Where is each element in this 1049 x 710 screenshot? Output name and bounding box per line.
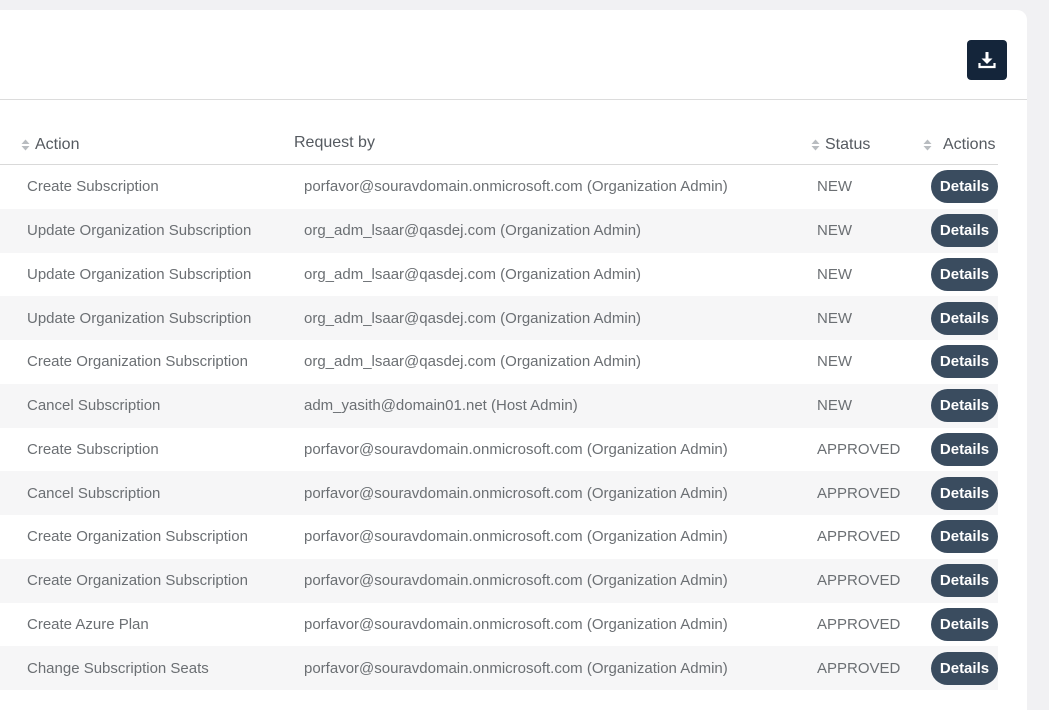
sort-icon[interactable] [923,139,932,151]
request-by-cell: porfavor@souravdomain.onmicrosoft.com (O… [304,615,728,633]
action-cell: Create Organization Subscription [27,353,248,371]
download-icon [978,52,996,69]
request-by-cell: porfavor@souravdomain.onmicrosoft.com (O… [304,440,728,458]
status-cell: NEW [817,397,852,415]
details-button[interactable]: Details [931,170,998,204]
details-button[interactable]: Details [931,214,998,248]
action-cell: Change Subscription Seats [27,659,209,677]
table-row: Create Subscription porfavor@souravdomai… [0,428,998,472]
requests-panel: Action Request by Status Actions Create … [0,10,1027,710]
request-by-cell: porfavor@souravdomain.onmicrosoft.com (O… [304,178,728,196]
column-header-label: Request by [294,134,375,151]
action-cell: Create Organization Subscription [27,528,248,546]
status-cell: APPROVED [817,615,901,633]
status-cell: NEW [817,309,852,327]
request-by-cell: org_adm_lsaar@qasdej.com (Organization A… [304,309,642,327]
action-cell: Update Organization Subscription [27,222,252,240]
action-cell: Create Subscription [27,178,159,196]
details-button[interactable]: Details [931,607,998,641]
details-cell: Details [931,296,998,340]
request-by-cell: porfavor@souravdomain.onmicrosoft.com (O… [304,572,728,590]
panel-header [0,10,1027,100]
details-cell: Details [931,515,998,559]
status-cell: NEW [817,222,852,240]
download-button[interactable] [967,40,1007,80]
table-row: Cancel Subscription adm_yasith@domain01.… [0,383,998,428]
table-row: Change Subscription Seats porfavor@soura… [0,646,998,690]
action-cell: Cancel Subscription [27,484,161,502]
column-header-actions[interactable]: Actions [923,136,995,154]
table-row: Cancel Subscription porfavor@souravdomai… [0,471,998,515]
column-header-label: Actions [943,136,996,153]
column-header-label: Status [825,136,871,153]
column-header-request-by: Request by [294,134,375,152]
action-cell: Update Organization Subscription [27,309,252,327]
action-cell: Update Organization Subscription [27,265,252,283]
details-button[interactable]: Details [931,476,998,510]
column-header-label: Action [35,136,80,153]
status-cell: NEW [817,265,852,283]
details-cell: Details [931,428,998,472]
table-row: Update Organization Subscription org_adm… [0,253,998,297]
request-by-cell: adm_yasith@domain01.net (Host Admin) [304,397,578,415]
column-header-status[interactable]: Status [811,136,870,154]
table-row: Create Azure Plan porfavor@souravdomain.… [0,603,998,647]
action-cell: Create Organization Subscription [27,572,248,590]
details-button[interactable]: Details [931,520,998,554]
sort-icon[interactable] [811,139,820,151]
action-cell: Create Azure Plan [27,615,149,633]
details-cell: Details [931,471,998,515]
table-row: Update Organization Subscription org_adm… [0,296,998,340]
table-row: Create Subscription porfavor@souravdomai… [0,165,998,209]
status-cell: APPROVED [817,528,901,546]
table-body: Create Subscription porfavor@souravdomai… [0,165,998,690]
details-button[interactable]: Details [931,257,998,291]
details-cell: Details [931,646,998,690]
request-by-cell: org_adm_lsaar@qasdej.com (Organization A… [304,265,642,283]
request-by-cell: org_adm_lsaar@qasdej.com (Organization A… [304,222,642,240]
table-row: Update Organization Subscription org_adm… [0,208,998,253]
action-cell: Create Subscription [27,440,159,458]
status-cell: APPROVED [817,440,901,458]
table-row: Create Organization Subscription porfavo… [0,515,998,559]
details-cell: Details [931,340,998,384]
table-row: Create Organization Subscription org_adm… [0,340,998,384]
request-by-cell: porfavor@souravdomain.onmicrosoft.com (O… [304,484,728,502]
status-cell: NEW [817,178,852,196]
details-button[interactable]: Details [931,389,998,423]
action-cell: Cancel Subscription [27,397,161,415]
status-cell: APPROVED [817,484,901,502]
details-cell: Details [931,603,998,647]
status-cell: APPROVED [817,572,901,590]
details-button[interactable]: Details [931,651,998,685]
details-button[interactable]: Details [931,301,998,335]
status-cell: NEW [817,353,852,371]
details-cell: Details [931,209,998,253]
table-header: Action Request by Status Actions [0,132,998,165]
details-button[interactable]: Details [931,564,998,598]
details-cell: Details [931,165,998,209]
request-by-cell: org_adm_lsaar@qasdej.com (Organization A… [304,353,642,371]
details-button[interactable]: Details [931,345,998,379]
request-by-cell: porfavor@souravdomain.onmicrosoft.com (O… [304,528,728,546]
details-button[interactable]: Details [931,432,998,466]
details-cell: Details [931,559,998,603]
column-header-action[interactable]: Action [21,136,79,154]
table-row: Create Organization Subscription porfavo… [0,558,998,603]
request-by-cell: porfavor@souravdomain.onmicrosoft.com (O… [304,659,728,677]
sort-icon[interactable] [21,139,30,151]
details-cell: Details [931,253,998,297]
details-cell: Details [931,384,998,428]
status-cell: APPROVED [817,659,901,677]
